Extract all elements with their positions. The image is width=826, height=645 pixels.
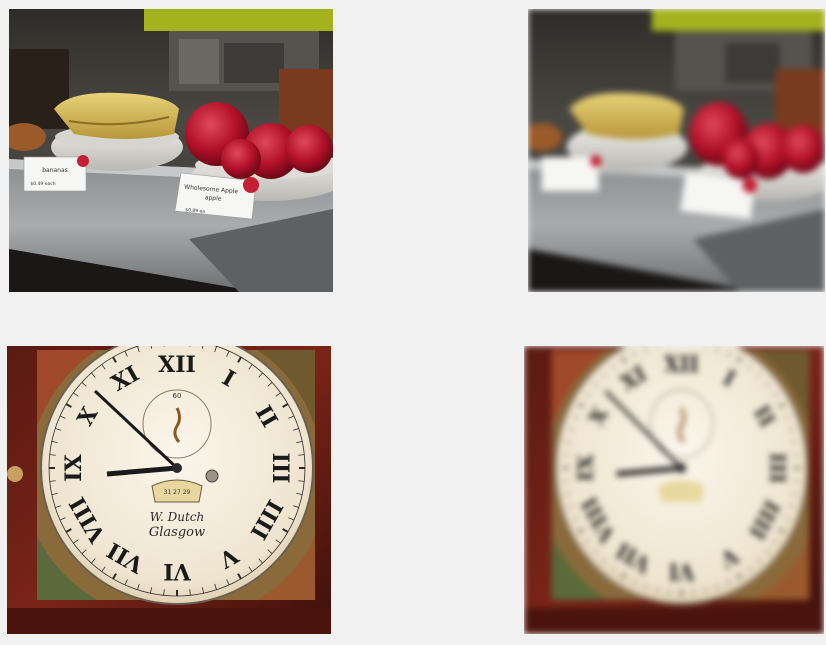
date-plate-text: 31 27 29 [164,489,191,496]
apple [221,139,261,179]
clock-scene: XII IIIIIIIIIIVVIVIIVIIIIXXXI 60 31 27 29… [7,346,331,634]
svg-text:VI: VI [669,559,695,585]
fruit-photo-sharp: bananas $0.49 each Wholesome Apple apple… [9,9,333,292]
svg-text:III: III [765,453,789,484]
numeral-iii: III [267,453,293,484]
svg-text:IX: IX [573,454,597,482]
clock-photo-sharp: XII I II III IIII V VI VII VIII IX X XI 60 31 27 29… [7,346,331,634]
numeral-ix: IX [61,453,87,481]
numeral-vi: VI [163,558,191,584]
svg-text:XII: XII [664,351,699,377]
green-sign [144,9,333,31]
fruit-photo-blurred [528,9,825,292]
fruit-scene [528,9,825,292]
banana-price-text: $0.49 each [30,181,55,187]
apple [285,125,333,173]
banana-card-text: bananas [42,167,68,174]
clock-scene: XIIIIIIIIIIIIVVIVIIVIIIIXXXI [524,346,824,634]
maker-town: Glasgow [149,525,205,540]
bananas [54,92,179,139]
subdial-label: 60 [173,392,182,400]
fruit-scene: bananas $0.49 each Wholesome Apple apple… [9,9,333,292]
apple-card-line2: apple [205,194,223,202]
maker-name: W. Dutch [150,510,205,524]
clock-photo-blurred: XII I II III IIII V VI VII VIII IX X XI [524,346,824,634]
numeral-xii: XII [158,352,196,378]
